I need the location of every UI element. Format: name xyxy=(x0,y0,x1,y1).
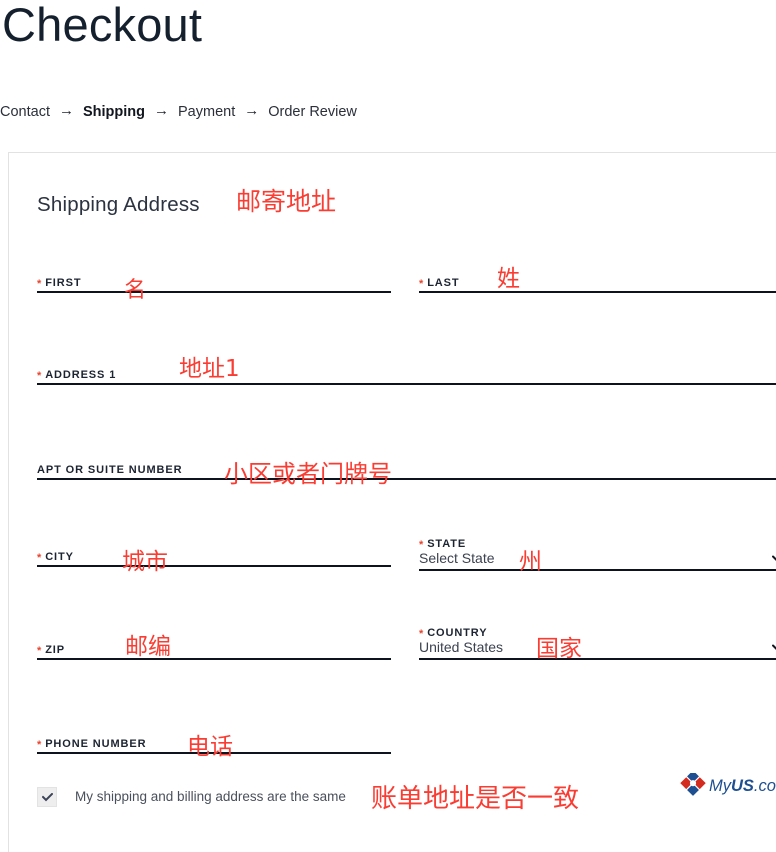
field-apt-input[interactable] xyxy=(37,478,776,480)
breadcrumb-arrow-icon: → xyxy=(154,102,169,119)
annotation-shipping-address: 邮寄地址 xyxy=(236,187,337,216)
annotation-city: 城市 xyxy=(122,549,168,575)
field-city-label: * CITY xyxy=(37,551,74,564)
field-last-input[interactable] xyxy=(419,291,776,293)
field-zip-label: * ZIP xyxy=(37,644,65,657)
breadcrumb-step-order-review[interactable]: Order Review xyxy=(268,102,357,122)
field-state: * STATE Select State xyxy=(419,537,776,571)
annotation-address1: 地址1 xyxy=(179,356,240,382)
chevron-down-icon xyxy=(772,644,776,653)
field-country: * COUNTRY United States xyxy=(419,626,776,660)
field-city-input[interactable] xyxy=(37,565,391,567)
field-first: * FIRST xyxy=(37,271,391,293)
field-address1: * ADDRESS 1 xyxy=(37,363,776,385)
field-country-value: United States xyxy=(419,639,504,655)
field-state-value: Select State xyxy=(419,550,495,566)
field-city: * CITY xyxy=(37,545,391,567)
billing-same-checkbox[interactable] xyxy=(37,787,57,807)
billing-same-checkbox-row[interactable]: My shipping and billing address are the … xyxy=(37,787,346,807)
required-marker: * xyxy=(37,552,43,564)
breadcrumb-arrow-icon: → xyxy=(58,102,74,119)
field-apt-label: APT OR SUITE NUMBER xyxy=(37,464,183,476)
field-last: * LAST xyxy=(419,271,776,293)
breadcrumb-step-shipping[interactable]: Shipping xyxy=(83,102,145,122)
shipping-form-panel: Shipping Address 邮寄地址 * FIRST 名 * LAST 姓 *… xyxy=(8,152,776,852)
breadcrumb: Contact → Shipping → Payment → Order Rev… xyxy=(0,102,357,122)
field-apt: APT OR SUITE NUMBER xyxy=(37,458,776,480)
field-address1-input[interactable] xyxy=(37,383,776,385)
required-marker: * xyxy=(37,278,43,290)
myus-logo: MyUS.com xyxy=(680,773,776,799)
myus-logo-text: MyUS.com xyxy=(709,777,776,795)
field-state-select[interactable]: Select State xyxy=(419,549,776,571)
myus-logo-icon xyxy=(680,773,706,799)
field-last-label: * LAST xyxy=(419,277,460,290)
page-title: Checkout xyxy=(2,0,203,51)
required-marker: * xyxy=(419,278,425,290)
billing-same-label: My shipping and billing address are the … xyxy=(75,789,346,804)
required-marker: * xyxy=(37,370,43,382)
chevron-down-icon xyxy=(772,555,776,564)
breadcrumb-step-payment[interactable]: Payment xyxy=(178,102,235,122)
field-first-label: * FIRST xyxy=(37,277,82,290)
annotation-last: 姓 xyxy=(497,266,520,292)
annotation-state: 州 xyxy=(519,549,542,575)
field-first-input[interactable] xyxy=(37,291,391,293)
field-zip: * ZIP xyxy=(37,638,391,660)
annotation-zip: 邮编 xyxy=(125,634,171,660)
required-marker: * xyxy=(37,739,43,751)
field-country-select[interactable]: United States xyxy=(419,638,776,660)
field-zip-input[interactable] xyxy=(37,658,391,660)
section-title: Shipping Address xyxy=(37,193,200,216)
annotation-first: 名 xyxy=(124,278,147,303)
annotation-apt: 小区或者门牌号 xyxy=(224,460,392,488)
breadcrumb-step-contact[interactable]: Contact xyxy=(0,102,50,122)
field-phone-label: * PHONE NUMBER xyxy=(37,738,147,751)
annotation-country: 国家 xyxy=(536,636,582,662)
annotation-phone: 电话 xyxy=(187,734,233,760)
annotation-billing-same: 账单地址是否一致 xyxy=(371,784,580,814)
breadcrumb-arrow-icon: → xyxy=(244,102,260,119)
required-marker: * xyxy=(37,645,43,657)
field-address1-label: * ADDRESS 1 xyxy=(37,369,117,382)
